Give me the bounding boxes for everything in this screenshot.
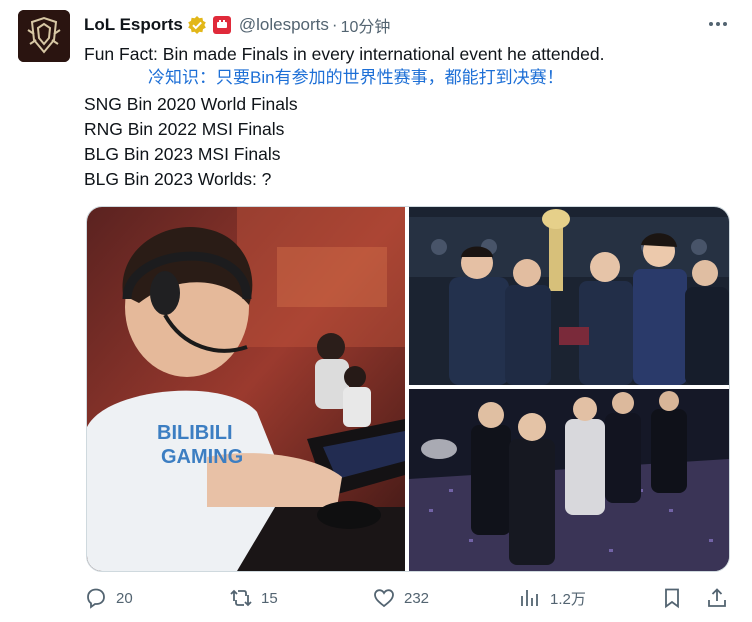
reply-icon	[84, 586, 108, 610]
tweet-card[interactable]: LoL Esports @lolesports · 10分钟 Fun Fact:…	[0, 0, 752, 622]
tweet-text-line-5: BLG Bin 2023 Worlds: ?	[84, 169, 272, 189]
tweet-header: LoL Esports @lolesports · 10分钟	[84, 12, 390, 38]
timestamp[interactable]: 10分钟	[341, 13, 391, 37]
like-icon	[372, 586, 396, 610]
retweet-count: 15	[261, 589, 278, 607]
share-icon	[705, 586, 729, 610]
photo-main[interactable]: BILIBILI GAMING	[87, 207, 405, 571]
jersey-text-1: BILIBILI	[157, 422, 233, 444]
views-button[interactable]: 1.2万	[518, 583, 586, 613]
display-name[interactable]: LoL Esports	[84, 15, 183, 35]
tweet-text-line-3: RNG Bin 2022 MSI Finals	[84, 119, 285, 139]
bookmark-icon	[660, 586, 684, 610]
tweet-text-line-2: SNG Bin 2020 World Finals	[84, 94, 298, 114]
jersey-text-2: GAMING	[161, 446, 243, 468]
share-button[interactable]	[705, 583, 729, 613]
handle[interactable]: @lolesports	[239, 15, 329, 35]
photo-walkout[interactable]	[409, 389, 729, 571]
separator: ·	[331, 15, 338, 34]
retweet-button[interactable]: 15	[229, 583, 278, 613]
reply-button[interactable]: 20	[84, 583, 133, 613]
action-bar: 20 15 232 1.2万	[84, 583, 734, 613]
bookmark-button[interactable]	[660, 583, 684, 613]
avatar[interactable]	[18, 10, 70, 62]
translation-text: 冷知识：只要Bin有参加的世界性赛事，都能打到决赛！	[148, 68, 564, 87]
tweet-text-line-1: Fun Fact: Bin made Finals in every inter…	[84, 44, 605, 64]
views-icon	[518, 586, 542, 610]
photo-trophy[interactable]	[409, 207, 729, 385]
media-grid: BILIBILI GAMING	[86, 206, 730, 572]
more-icon[interactable]	[706, 14, 730, 34]
view-count: 1.2万	[550, 590, 586, 608]
like-button[interactable]: 232	[372, 583, 429, 613]
reply-count: 20	[116, 589, 133, 607]
like-count: 232	[404, 589, 430, 607]
tweet-text-line-4: BLG Bin 2023 MSI Finals	[84, 144, 281, 164]
verified-badge-icon	[187, 15, 207, 35]
affiliate-badge-icon[interactable]	[212, 16, 231, 34]
retweet-icon	[229, 586, 253, 610]
